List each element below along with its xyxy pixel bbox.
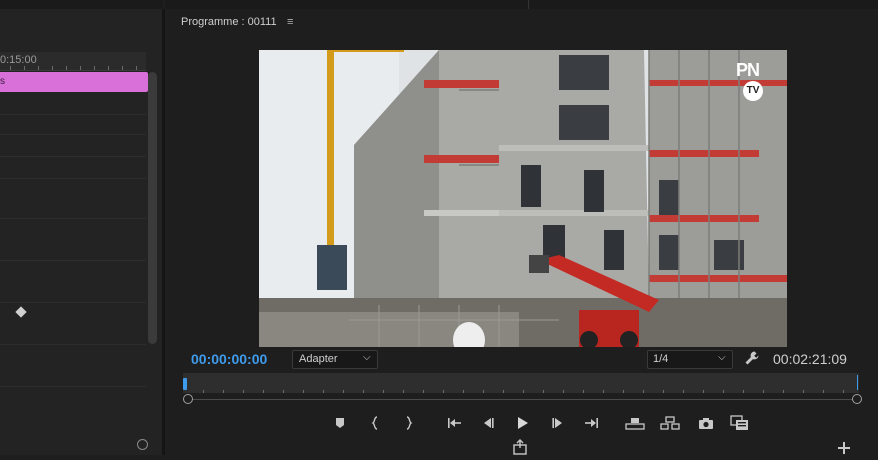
mark-out-button[interactable] — [398, 414, 418, 432]
header-separator — [528, 0, 529, 9]
extract-button[interactable] — [660, 414, 680, 432]
track-divider — [0, 134, 146, 135]
hamburger-icon[interactable]: ≡ — [287, 16, 293, 28]
fit-dropdown-value: Adapter — [299, 353, 338, 365]
watermark-logo: PN — [736, 60, 760, 80]
current-timecode[interactable]: 00:00:00:00 — [191, 351, 267, 367]
go-to-in-button[interactable] — [444, 414, 464, 432]
go-to-out-icon — [585, 418, 598, 428]
add-button[interactable] — [838, 441, 852, 455]
mark-in-icon — [371, 416, 378, 430]
ruler-time-label: 0:15:00 — [0, 54, 37, 66]
step-back-button[interactable] — [478, 414, 498, 432]
track-divider — [0, 260, 146, 261]
mark-in-button[interactable] — [366, 414, 386, 432]
chevron-down-icon: ⌵ — [718, 352, 726, 363]
track-divider — [0, 156, 146, 157]
step-forward-icon — [552, 418, 562, 428]
step-back-icon — [484, 418, 494, 428]
timeline-clip[interactable] — [0, 72, 148, 92]
zoom-handle-right[interactable] — [852, 394, 862, 404]
plus-icon — [838, 442, 850, 454]
panel-divider[interactable] — [162, 9, 165, 455]
watermark-logo-badge: TV — [743, 81, 763, 101]
go-to-out-button[interactable] — [582, 414, 602, 432]
scrub-end-marker — [857, 375, 858, 390]
add-marker-button[interactable] — [330, 414, 350, 432]
export-button[interactable] — [512, 439, 532, 455]
play-icon — [518, 417, 528, 429]
export-icon — [513, 439, 527, 455]
compare-icon — [730, 415, 748, 430]
monitor-header-bar — [165, 0, 878, 9]
step-forward-button[interactable] — [548, 414, 568, 432]
mark-out-icon — [406, 416, 413, 430]
lift-button[interactable] — [625, 414, 645, 432]
scrub-bar[interactable] — [183, 373, 859, 393]
playhead[interactable] — [183, 378, 187, 390]
zoom-bar[interactable] — [188, 399, 858, 400]
zoom-handle-left[interactable] — [183, 394, 193, 404]
play-button[interactable] — [512, 414, 532, 432]
resolution-dropdown-value: 1/4 — [653, 353, 669, 365]
chevron-down-icon: ⌵ — [363, 352, 371, 363]
go-to-in-icon — [448, 418, 461, 428]
export-frame-button[interactable] — [696, 414, 716, 432]
track-divider — [0, 386, 146, 387]
camera-icon — [699, 417, 713, 429]
zoom-handle[interactable] — [137, 439, 148, 450]
wrench-icon[interactable] — [744, 350, 760, 366]
track-divider — [0, 302, 146, 303]
track-divider — [0, 114, 146, 115]
marker-icon — [336, 418, 344, 428]
lift-icon — [625, 418, 645, 430]
track-divider — [0, 218, 146, 219]
duration-timecode: 00:02:21:09 — [773, 351, 847, 367]
timeline-header-bar — [0, 0, 163, 9]
program-monitor-title[interactable]: Programme : 00111 — [181, 16, 277, 28]
track-divider — [0, 344, 146, 345]
video-preview — [259, 50, 787, 347]
timeline-clip-label: s — [0, 76, 5, 87]
track-divider — [0, 178, 146, 179]
extract-icon — [660, 416, 680, 430]
compare-view-button[interactable] — [730, 414, 750, 432]
timeline-scrollbar[interactable] — [148, 72, 157, 344]
